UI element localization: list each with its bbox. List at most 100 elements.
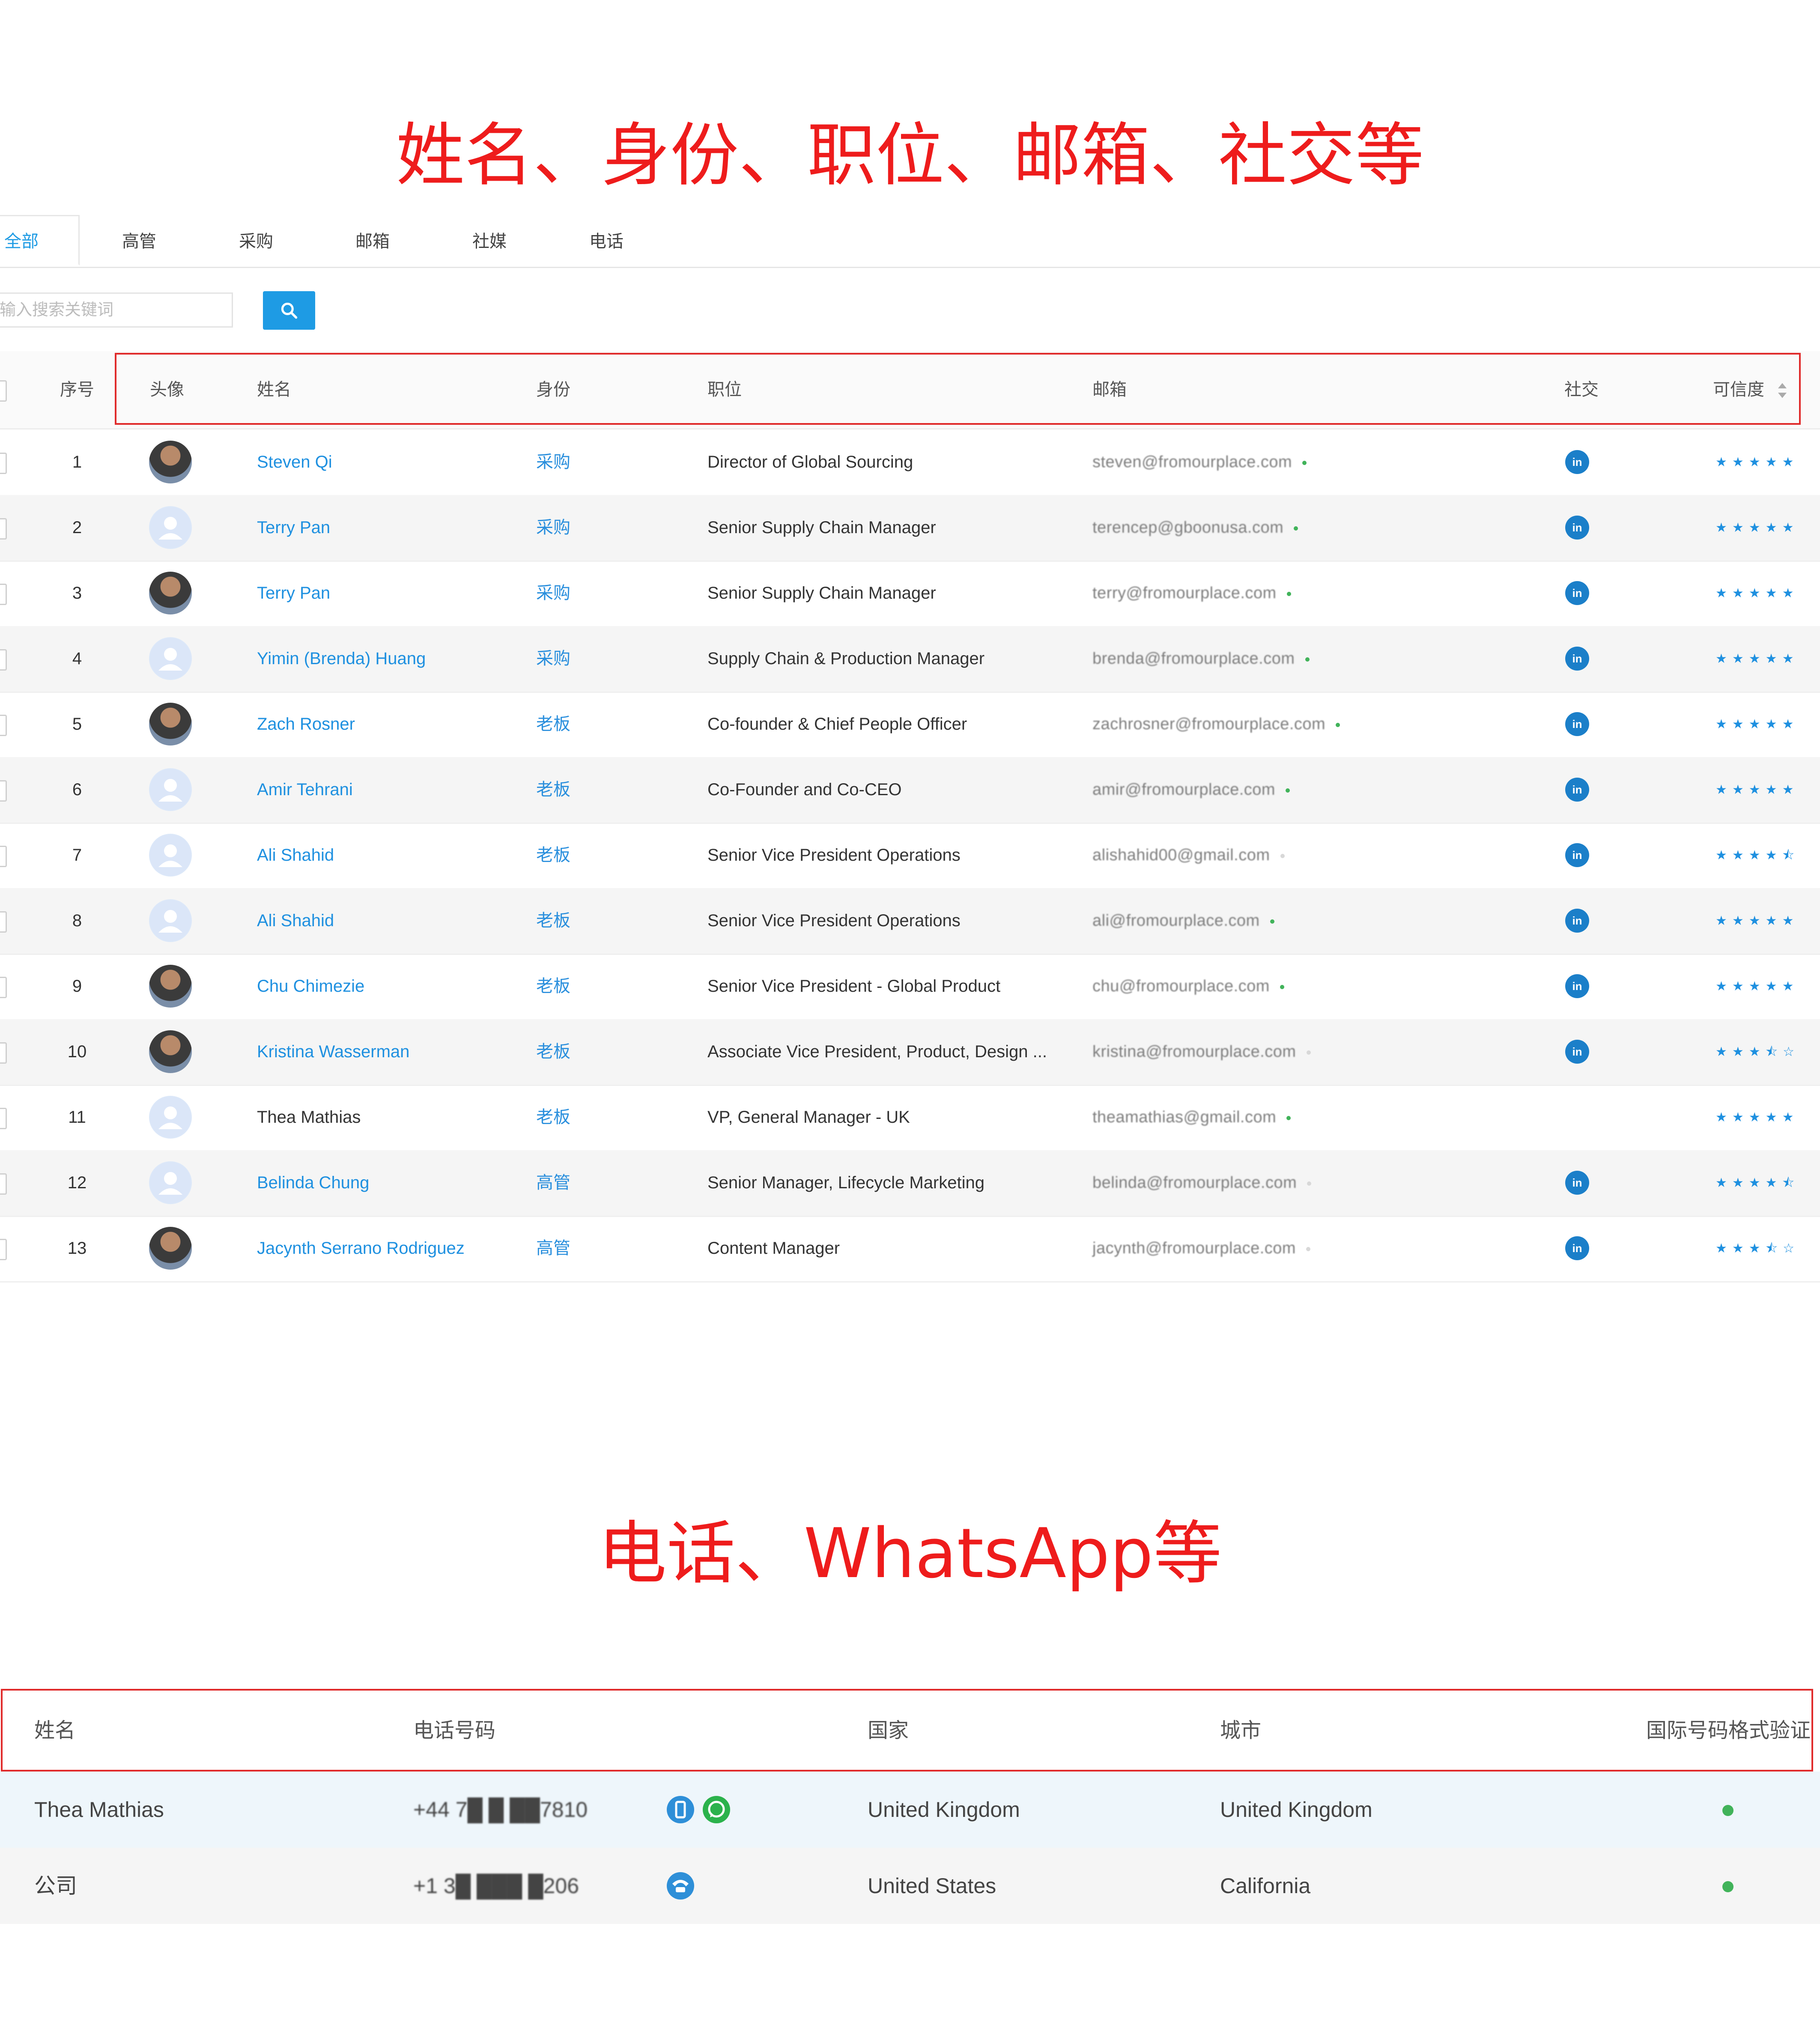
contact-role[interactable]: 高管 bbox=[536, 1150, 570, 1216]
linkedin-icon[interactable]: in bbox=[1564, 646, 1590, 671]
contact-name-link[interactable]: Zach Rosner bbox=[257, 692, 355, 757]
table-row[interactable]: 4 Yimin (Brenda) Huang 采购 Supply Chain & Pr… bbox=[0, 626, 1820, 693]
table-row[interactable]: 11 Thea Mathias 老板 VP, General Manager - UK… bbox=[0, 1085, 1820, 1151]
row-index: 4 bbox=[72, 649, 82, 668]
row-checkbox[interactable] bbox=[0, 1239, 7, 1260]
row-checkbox[interactable] bbox=[0, 649, 7, 671]
phone-number[interactable]: +1 3█ ███ █206 bbox=[413, 1848, 579, 1924]
table-row[interactable]: 7 Ali Shahid 老板 Senior Vice President Opera… bbox=[0, 823, 1820, 889]
contact-name-link: Thea Mathias bbox=[257, 1108, 361, 1127]
table-row[interactable]: 5 Zach Rosner 老板 Co-founder & Chief People … bbox=[0, 692, 1820, 758]
contact-name-link[interactable]: Chu Chimezie bbox=[257, 954, 364, 1019]
row-checkbox[interactable] bbox=[0, 584, 7, 605]
tab-all[interactable]: 全部 bbox=[0, 215, 80, 265]
table-row[interactable]: 8 Ali Shahid 老板 Senior Vice President Opera… bbox=[0, 888, 1820, 955]
tab-social[interactable]: 社媒 bbox=[453, 216, 526, 267]
linkedin-icon[interactable]: in bbox=[1564, 1235, 1590, 1261]
row-checkbox[interactable] bbox=[0, 1108, 7, 1129]
contact-name-link[interactable]: Ali Shahid bbox=[257, 823, 334, 888]
landline-icon[interactable] bbox=[665, 1871, 695, 1901]
contact-role[interactable]: 老板 bbox=[536, 954, 570, 1019]
contact-role[interactable]: 高管 bbox=[536, 1216, 570, 1281]
contact-name-link[interactable]: Yimin (Brenda) Huang bbox=[257, 626, 426, 692]
row-index: 6 bbox=[72, 780, 82, 799]
row-checkbox[interactable] bbox=[0, 911, 7, 933]
contact-name-link[interactable]: Terry Pan bbox=[257, 561, 330, 626]
table-row[interactable]: 6 Amir Tehrani 老板 Co-Founder and Co-CEO amir… bbox=[0, 757, 1820, 824]
contact-role[interactable]: 老板 bbox=[536, 692, 570, 757]
email-text: zachrosner@fromourplace.com bbox=[1092, 715, 1326, 733]
linkedin-icon[interactable]: in bbox=[1564, 1170, 1590, 1196]
contact-role[interactable]: 采购 bbox=[536, 429, 570, 495]
row-index: 7 bbox=[72, 846, 82, 865]
bottom-banner-heading: 电话、WhatsApp等 bbox=[598, 1513, 1222, 1593]
phone-row[interactable]: Thea Mathias +44 7█ █ ██7810 United Kingdo… bbox=[0, 1772, 1820, 1848]
tab-procurement[interactable]: 采购 bbox=[220, 216, 292, 267]
contact-title: Senior Supply Chain Manager bbox=[707, 518, 936, 537]
contact-email: terry@fromourplace.com bbox=[1092, 561, 1291, 626]
table-row[interactable]: 12 Belinda Chung 高管 Senior Manager, Lifecyc… bbox=[0, 1150, 1820, 1217]
linkedin-icon[interactable]: in bbox=[1564, 515, 1590, 540]
linkedin-icon[interactable]: in bbox=[1564, 973, 1590, 999]
tab-phone[interactable]: 电话 bbox=[570, 216, 643, 267]
avatar bbox=[149, 1227, 192, 1270]
contact-role[interactable]: 采购 bbox=[536, 495, 570, 561]
header-avatar: 头像 bbox=[150, 380, 184, 399]
contact-title: Co-founder & Chief People Officer bbox=[707, 715, 967, 734]
row-checkbox[interactable] bbox=[0, 1042, 7, 1064]
contact-role[interactable]: 老板 bbox=[536, 1085, 570, 1150]
linkedin-icon[interactable]: in bbox=[1564, 777, 1590, 802]
contact-name-link[interactable]: Kristina Wasserman bbox=[257, 1019, 409, 1085]
contact-name-link[interactable]: Amir Tehrani bbox=[257, 757, 353, 823]
linkedin-icon[interactable]: in bbox=[1564, 449, 1590, 475]
row-checkbox[interactable] bbox=[0, 846, 7, 867]
row-checkbox[interactable] bbox=[0, 715, 7, 736]
linkedin-icon[interactable]: in bbox=[1564, 1039, 1590, 1065]
table-row[interactable]: 1 Steven Qi 采购 Director of Global Sourcing s… bbox=[0, 429, 1820, 496]
row-checkbox[interactable] bbox=[0, 780, 7, 802]
phone-number[interactable]: +44 7█ █ ██7810 bbox=[413, 1772, 588, 1848]
linkedin-icon[interactable]: in bbox=[1564, 580, 1590, 606]
table-row[interactable]: 13 Jacynth Serrano Rodriguez 高管 Content Man… bbox=[0, 1216, 1820, 1282]
table-row[interactable]: 10 Kristina Wasserman 老板 Associate Vice Pre… bbox=[0, 1019, 1820, 1086]
select-all-checkbox[interactable] bbox=[0, 380, 7, 402]
contact-role[interactable]: 老板 bbox=[536, 888, 570, 954]
contact-name-link[interactable]: Terry Pan bbox=[257, 495, 330, 561]
contact-role[interactable]: 老板 bbox=[536, 757, 570, 823]
contact-name-link[interactable]: Jacynth Serrano Rodriguez bbox=[257, 1216, 465, 1281]
contact-role[interactable]: 采购 bbox=[536, 561, 570, 626]
contact-role[interactable]: 老板 bbox=[536, 1019, 570, 1085]
avatar bbox=[149, 1096, 192, 1139]
linkedin-icon[interactable]: in bbox=[1564, 711, 1590, 737]
row-checkbox[interactable] bbox=[0, 977, 7, 998]
linkedin-icon[interactable]: in bbox=[1564, 908, 1590, 933]
table-row[interactable]: 9 Chu Chimezie 老板 Senior Vice President - G… bbox=[0, 954, 1820, 1020]
header-rating[interactable]: 可信度 bbox=[1713, 351, 1788, 428]
row-checkbox[interactable] bbox=[0, 1173, 7, 1195]
tab-executives[interactable]: 高管 bbox=[103, 216, 176, 267]
table-row[interactable]: 3 Terry Pan 采购 Senior Supply Chain Manager t… bbox=[0, 561, 1820, 627]
header-role: 身份 bbox=[536, 380, 570, 399]
table-row[interactable]: 2 Terry Pan 采购 Senior Supply Chain Manager t… bbox=[0, 495, 1820, 562]
phone-row[interactable]: 公司 +1 3█ ███ █206 United States California bbox=[0, 1848, 1820, 1924]
row-checkbox[interactable] bbox=[0, 453, 7, 474]
contact-name-link[interactable]: Steven Qi bbox=[257, 429, 332, 495]
phone-header-country: 国家 bbox=[868, 1719, 909, 1742]
row-index: 8 bbox=[72, 911, 82, 930]
contact-name-link[interactable]: Belinda Chung bbox=[257, 1150, 369, 1216]
header-title: 职位 bbox=[707, 380, 742, 399]
rating-stars: ★★★★★ bbox=[1716, 652, 1799, 666]
contact-role[interactable]: 老板 bbox=[536, 823, 570, 888]
search-input[interactable] bbox=[0, 292, 233, 328]
mobile-icon[interactable] bbox=[665, 1795, 695, 1825]
row-checkbox[interactable] bbox=[0, 518, 7, 540]
email-text: kristina@fromourplace.com bbox=[1092, 1043, 1296, 1061]
svg-text:in: in bbox=[1572, 718, 1582, 731]
search-button[interactable] bbox=[263, 291, 315, 330]
whatsapp-icon[interactable] bbox=[701, 1795, 731, 1825]
contact-role[interactable]: 采购 bbox=[536, 626, 570, 692]
tab-email[interactable]: 邮箱 bbox=[336, 216, 409, 267]
sort-icon[interactable] bbox=[1777, 382, 1788, 399]
linkedin-icon[interactable]: in bbox=[1564, 842, 1590, 868]
contact-name-link[interactable]: Ali Shahid bbox=[257, 888, 334, 954]
